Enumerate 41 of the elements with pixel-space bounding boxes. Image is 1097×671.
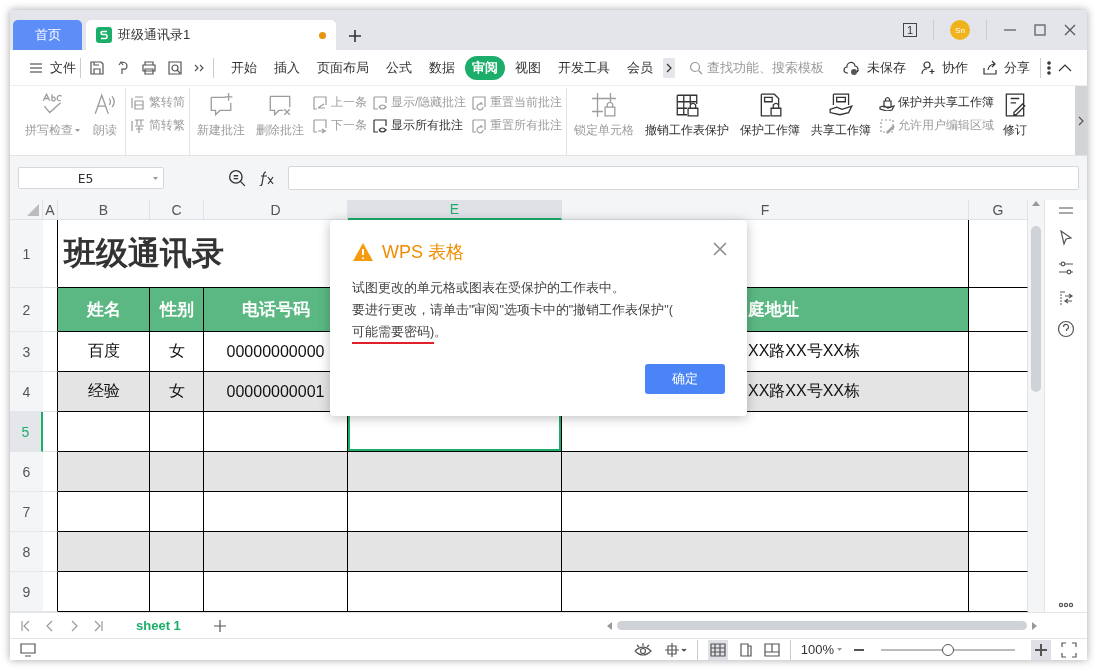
ribbon-button[interactable]: 显示所有批注	[372, 117, 467, 134]
column-header[interactable]: F	[562, 200, 969, 220]
row-header[interactable]: 2	[10, 288, 43, 332]
ribbon-tab[interactable]: 公式	[379, 55, 419, 80]
window-count[interactable]: 1	[902, 23, 917, 37]
column-header[interactable]: G	[969, 200, 1028, 220]
row-header[interactable]: 8	[10, 532, 43, 572]
document-title: 班级通讯录1	[118, 26, 192, 44]
column-header[interactable]: A	[43, 200, 58, 220]
ribbon-tab[interactable]: 插入	[267, 55, 307, 80]
zoom-level[interactable]: 100%	[800, 642, 843, 657]
toolbar-action[interactable]: 未保存	[839, 56, 910, 79]
ribbon-button[interactable]: 保护工作簿	[737, 88, 804, 143]
ribbon-button[interactable]: 修订	[999, 88, 1032, 143]
row-header[interactable]: 4	[10, 372, 43, 412]
ribbon-tab[interactable]: 视图	[508, 55, 548, 80]
row-header[interactable]: 1	[10, 220, 43, 288]
file-menu[interactable]: 文件	[24, 56, 80, 79]
toolbar-action[interactable]: 协作	[916, 56, 972, 79]
column-header[interactable]: C	[150, 200, 204, 220]
column-header[interactable]: B	[58, 200, 150, 220]
row-header[interactable]: 3	[10, 332, 43, 372]
ribbon-button[interactable]: 撤销工作表保护	[642, 88, 733, 143]
row-header[interactable]: 6	[10, 452, 43, 492]
ribbon-button[interactable]: 保护并共享工作簿	[879, 94, 995, 111]
row-header[interactable]: 9	[10, 572, 43, 612]
ribbon-tab[interactable]: 会员	[620, 55, 660, 80]
name-box[interactable]: E5	[18, 167, 164, 189]
ribbon-tab[interactable]: 开始	[224, 55, 264, 80]
row-header[interactable]: 7	[10, 492, 43, 532]
toolbar-action[interactable]: 分享	[978, 56, 1034, 79]
document-tab[interactable]: 班级通讯录1	[86, 20, 336, 50]
ribbon-tab[interactable]: 数据	[422, 55, 462, 80]
ribbon-button[interactable]: 共享工作簿	[808, 88, 875, 143]
ribbon-tab[interactable]: 页面布局	[310, 55, 376, 80]
column-header[interactable]: D	[204, 200, 348, 220]
column-heading-cell: 姓名	[58, 288, 150, 332]
column-heading-cell: 性别	[150, 288, 204, 332]
ribbon-tab[interactable]: 开发工具	[551, 55, 617, 80]
ok-button[interactable]: 确定	[645, 364, 725, 394]
dialog-title: WPS 表格	[382, 241, 464, 264]
